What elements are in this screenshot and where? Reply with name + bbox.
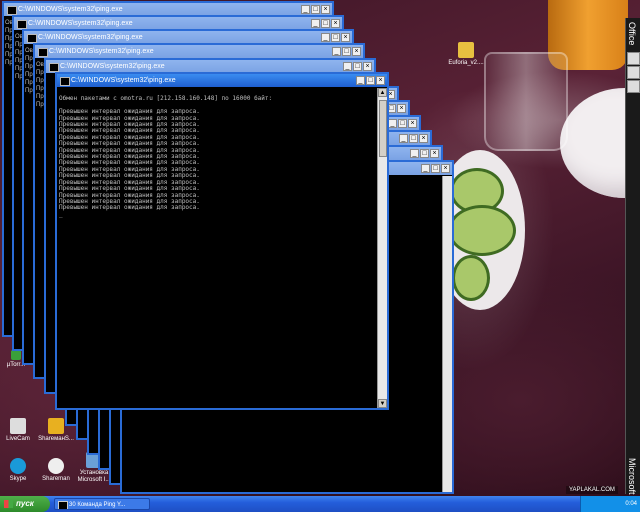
console-edge-text: Ов Пр Пр Пр Пр Пр — [36, 62, 44, 108]
desktop-icon-euforia[interactable]: Euforia_v2.... — [444, 42, 488, 67]
taskbar-button-ping[interactable]: 30 Команда Ping Y... — [54, 498, 150, 510]
console-icon — [38, 48, 48, 57]
maximize-button[interactable]: □ — [398, 119, 407, 128]
folder-icon — [458, 42, 474, 58]
console-output[interactable]: Обмен пакетами с omotra.ru [212.158.160.… — [59, 90, 377, 406]
ping-window-active[interactable]: C:\WINDOWS\system32\ping.exe _ □ × Обмен… — [55, 72, 389, 410]
close-button[interactable]: × — [331, 19, 340, 28]
desktop-icon-label: Установка Microsoft I... — [77, 470, 111, 483]
close-button[interactable]: × — [430, 149, 439, 158]
minimize-button[interactable]: _ — [311, 19, 320, 28]
minimize-button[interactable]: _ — [388, 119, 397, 128]
window-title: C:\WINDOWS\system32\ping.exe — [71, 77, 176, 84]
start-label: пуск — [16, 499, 34, 508]
maximize-button[interactable]: □ — [353, 62, 362, 71]
scroll-up-button[interactable]: ▲ — [378, 88, 387, 97]
window-title: C:\WINDOWS\system32\ping.exe — [18, 6, 123, 13]
skype-icon — [10, 458, 26, 474]
maximize-button[interactable]: □ — [331, 33, 340, 42]
close-button[interactable]: × — [419, 134, 428, 143]
office-bar-button[interactable] — [627, 52, 640, 65]
minimize-button[interactable]: _ — [410, 149, 419, 158]
close-button[interactable]: × — [376, 76, 385, 85]
taskbar: пуск 30 Команда Ping Y... 0:04 — [0, 496, 640, 512]
office-bar-button[interactable] — [627, 66, 640, 79]
shareman-icon — [48, 418, 64, 434]
maximize-button[interactable]: □ — [409, 134, 418, 143]
taskbar-button-label: 30 Команда Ping Y... — [69, 502, 126, 508]
livecam-icon — [10, 418, 26, 434]
minimize-button[interactable]: _ — [421, 164, 430, 173]
close-button[interactable]: × — [321, 5, 330, 14]
desktop-icon-label: Shareman — [42, 476, 70, 482]
maximize-button[interactable]: □ — [431, 164, 440, 173]
office-bar-button[interactable] — [627, 80, 640, 93]
console-cursor: _ — [59, 210, 63, 218]
minimize-button[interactable]: _ — [332, 47, 341, 56]
watermark: YAPLAKAL.COM — [566, 486, 618, 494]
close-button[interactable]: × — [408, 119, 417, 128]
shareman-ghost-icon — [48, 458, 64, 474]
window-title: C:\WINDOWS\system32\ping.exe — [38, 34, 143, 41]
console-icon — [17, 20, 27, 29]
close-button[interactable]: × — [341, 33, 350, 42]
minimize-button[interactable]: _ — [399, 134, 408, 143]
start-button[interactable]: пуск — [0, 496, 50, 512]
console-icon — [7, 6, 17, 15]
maximize-button[interactable]: □ — [311, 5, 320, 14]
window-title: C:\WINDOWS\system32\ping.exe — [49, 48, 154, 55]
desktop-icon-label: ShareманS... — [38, 436, 74, 442]
maximize-button[interactable]: □ — [366, 76, 375, 85]
close-button[interactable]: × — [363, 62, 372, 71]
scroll-thumb[interactable] — [379, 100, 387, 157]
scrollbar[interactable] — [442, 176, 452, 492]
console-icon — [58, 501, 68, 509]
scroll-down-button[interactable]: ▼ — [378, 399, 387, 408]
close-button[interactable]: × — [352, 47, 361, 56]
desktop-icon-label: Euforia_v2.... — [448, 60, 484, 66]
minimize-button[interactable]: _ — [301, 5, 310, 14]
window-titlebar[interactable]: C:\WINDOWS\system32\ping.exe — [57, 74, 387, 87]
maximize-button[interactable]: □ — [342, 47, 351, 56]
photo-cucumber-3 — [452, 255, 490, 301]
maximize-button[interactable]: □ — [321, 19, 330, 28]
photo-glass — [484, 52, 568, 151]
console-icon — [49, 63, 59, 72]
utorrent-icon — [11, 350, 21, 360]
window-title: C:\WINDOWS\system32\ping.exe — [60, 63, 165, 70]
minimize-button[interactable]: _ — [356, 76, 365, 85]
close-button[interactable]: × — [441, 164, 450, 173]
console-scrollbar[interactable]: ▲ ▼ — [377, 88, 387, 408]
maximize-button[interactable]: □ — [420, 149, 429, 158]
window-title: C:\WINDOWS\system32\ping.exe — [28, 20, 133, 27]
console-icon — [27, 34, 37, 43]
photo-cucumber-2 — [448, 205, 516, 256]
desktop-icon-label: Skype — [9, 476, 27, 482]
console-edge-text: Ов Пр Пр Пр Пр Пр — [25, 48, 33, 94]
window-titlebar[interactable]: C:\WINDOWS\system32\ping.exe — [35, 45, 363, 58]
clock[interactable]: 0:04 — [625, 496, 637, 512]
minimize-button[interactable]: _ — [321, 33, 330, 42]
close-button[interactable]: × — [397, 104, 406, 113]
console-icon — [60, 77, 70, 86]
minimize-button[interactable]: _ — [343, 62, 352, 71]
windows-logo-icon — [4, 500, 13, 508]
desktop-icon-label: LiveCam — [6, 436, 30, 442]
microsoft-label: Microsoft — [627, 458, 637, 495]
system-tray: 0:04 — [580, 496, 640, 512]
office-shortcut-bar[interactable]: Office Microsoft — [625, 18, 640, 495]
office-label: Office — [627, 22, 637, 46]
